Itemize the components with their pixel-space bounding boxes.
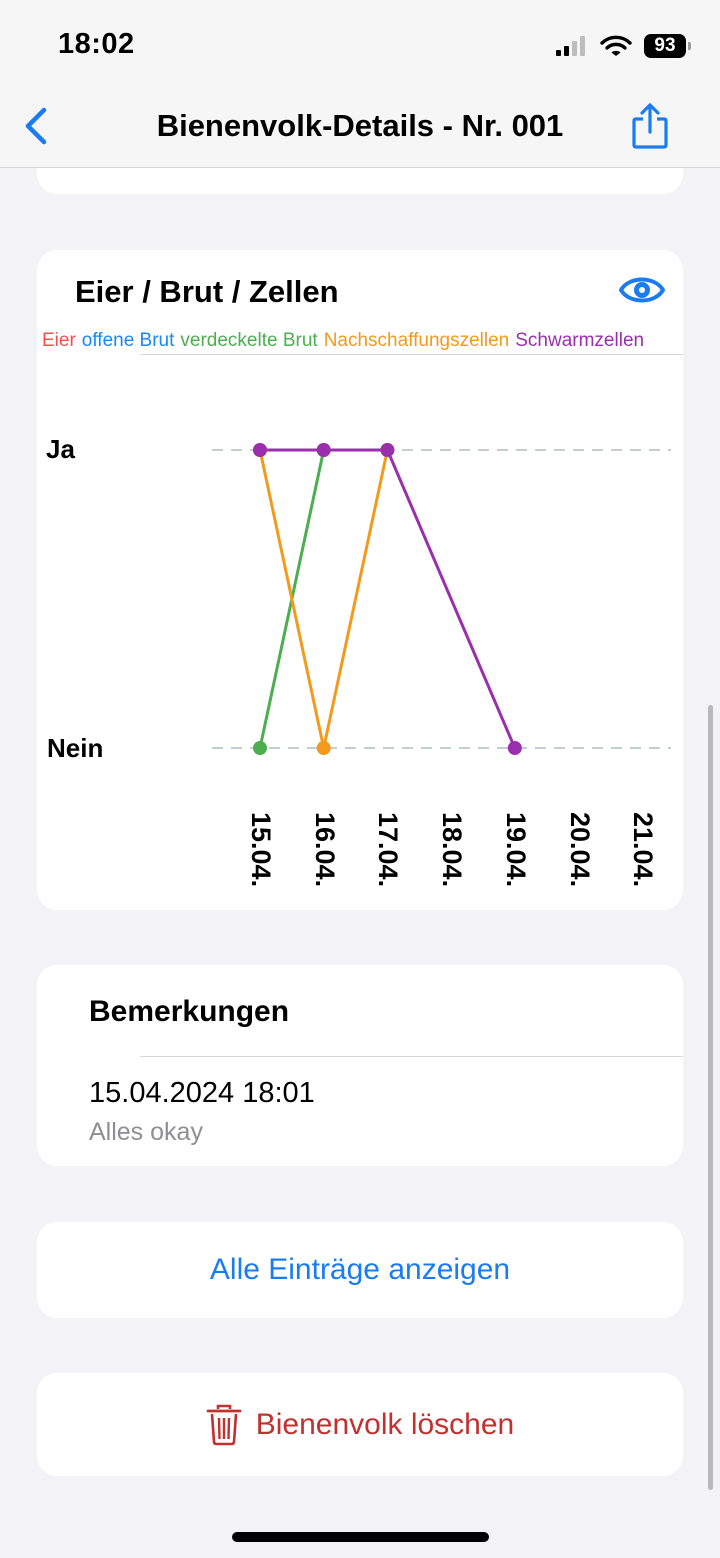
trash-icon: [206, 1404, 242, 1445]
x-tick-label: 19.04.: [500, 812, 531, 888]
series-line: [258, 449, 389, 750]
data-point: [253, 443, 267, 457]
x-tick-label: 21.04.: [628, 812, 659, 888]
remark-text: Alles okay: [89, 1118, 203, 1146]
cellular-signal-icon: [556, 36, 585, 56]
data-point: [507, 741, 522, 755]
page-title: Bienenvolk-Details - Nr. 001: [156, 108, 564, 143]
show-all-entries-label: Alle Einträge anzeigen: [209, 1253, 511, 1286]
x-tick-label: 16.04.: [309, 812, 340, 888]
share-icon[interactable]: [630, 102, 670, 150]
chart-plot: [212, 443, 671, 755]
scrollbar[interactable]: [708, 705, 713, 1490]
delete-colony-label: Bienenvolk löschen: [255, 1407, 515, 1441]
series-line: [260, 448, 517, 749]
home-indicator: [232, 1532, 489, 1542]
data-point: [316, 443, 331, 457]
chart-card: Eier / Brut / Zellen Eier offene Brut verd…: [37, 250, 683, 910]
remark-date: 15.04.2024 18:01: [89, 1077, 315, 1109]
wifi-icon: [600, 35, 632, 56]
data-point: [316, 741, 331, 755]
status-icons: 93: [556, 30, 691, 62]
show-all-entries-button[interactable]: Alle Einträge anzeigen: [37, 1222, 683, 1318]
data-point: [253, 741, 267, 755]
remarks-title: Bemerkungen: [89, 995, 290, 1028]
remarks-divider: [140, 1056, 683, 1057]
x-tick-label: 18.04.: [437, 812, 468, 888]
battery-level: 93: [654, 35, 676, 56]
delete-colony-button[interactable]: Bienenvolk löschen: [37, 1373, 683, 1476]
x-tick-label: 17.04.: [373, 812, 404, 888]
battery-icon: 93: [644, 34, 691, 58]
x-tick-label: 20.04.: [564, 812, 595, 888]
x-tick-label: 15.04.: [246, 812, 276, 888]
remarks-card: Bemerkungen 15.04.2024 18:01 Alles okay: [37, 965, 683, 1166]
status-time: 18:02: [58, 28, 135, 60]
data-point: [380, 443, 395, 457]
